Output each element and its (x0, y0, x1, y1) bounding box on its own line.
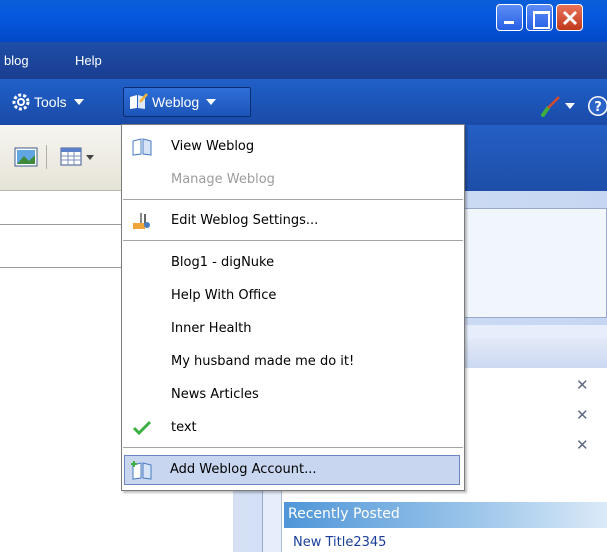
divider (0, 224, 121, 225)
menu-item-label: Inner Health (171, 321, 252, 336)
menu-item-label: Help With Office (171, 288, 277, 303)
svg-text:?: ? (594, 100, 602, 115)
close-button[interactable] (556, 4, 583, 31)
title-bar (0, 0, 607, 42)
main-toolbar: Tools Weblog ? (0, 79, 607, 125)
menu-weblog[interactable]: blog (4, 53, 29, 68)
remove-icon[interactable]: ✕ (576, 406, 589, 424)
minimize-button[interactable] (496, 4, 523, 31)
menu-item-add-weblog-account[interactable]: Add Weblog Account... (124, 455, 460, 485)
settings-icon (133, 213, 150, 229)
remove-icon[interactable]: ✕ (576, 376, 589, 394)
weblog-label: Weblog (152, 94, 200, 110)
close-icon (562, 10, 578, 26)
help-icon[interactable]: ? (587, 95, 607, 117)
menu-item-label: News Articles (171, 387, 259, 402)
right-tools: ? (540, 91, 607, 121)
menu-item-label: Blog1 - digNuke (171, 255, 275, 270)
gear-icon (12, 93, 30, 111)
menu-separator (123, 447, 463, 449)
menu-item-help-with-office[interactable]: Help With Office (123, 282, 463, 310)
menu-item-inner-health[interactable]: Inner Health (123, 315, 463, 343)
divider (0, 267, 121, 268)
add-book-icon (131, 461, 152, 480)
maximize-button[interactable] (526, 4, 553, 31)
weblog-icon (130, 93, 148, 109)
remove-icon[interactable]: ✕ (576, 436, 589, 454)
tools-button[interactable]: Tools (10, 87, 84, 117)
menu-item-text[interactable]: text (123, 414, 463, 442)
menu-item-view-weblog[interactable]: View Weblog (123, 133, 463, 161)
chevron-down-icon[interactable] (565, 103, 575, 109)
brush-icon[interactable] (540, 95, 562, 117)
chevron-down-icon (73, 99, 84, 105)
menu-item-label: View Weblog (171, 139, 255, 154)
tools-label: Tools (34, 94, 67, 110)
menu-separator (123, 240, 463, 242)
image-icon[interactable] (14, 147, 38, 167)
menu-item-label: Add Weblog Account... (170, 462, 317, 477)
checkmark-icon (132, 420, 152, 436)
chevron-down-icon[interactable] (86, 155, 94, 160)
table-icon[interactable] (60, 147, 84, 167)
chevron-down-icon (206, 99, 217, 105)
menu-item-my-husband[interactable]: My husband made me do it! (123, 348, 463, 376)
weblog-dropdown-menu: View Weblog Manage Weblog Edit Weblog Se… (121, 124, 465, 491)
menu-item-news-articles[interactable]: News Articles (123, 381, 463, 409)
menu-item-blog1[interactable]: Blog1 - digNuke (123, 249, 463, 277)
menu-item-label: text (171, 420, 197, 435)
menu-item-label: My husband made me do it! (171, 354, 355, 369)
menu-item-label: Edit Weblog Settings... (171, 213, 319, 228)
menu-help[interactable]: Help (75, 53, 102, 68)
recent-post-link[interactable]: New Title2345 (293, 535, 386, 550)
book-icon (132, 138, 152, 156)
menu-item-manage-weblog: Manage Weblog (123, 166, 463, 194)
menu-separator (123, 199, 463, 201)
recently-posted-header: Recently Posted (284, 502, 607, 528)
menu-item-edit-settings[interactable]: Edit Weblog Settings... (123, 207, 463, 235)
menu-item-label: Manage Weblog (171, 172, 275, 187)
menu-bar: blog Help (0, 42, 607, 79)
weblog-button[interactable]: Weblog (123, 87, 251, 117)
